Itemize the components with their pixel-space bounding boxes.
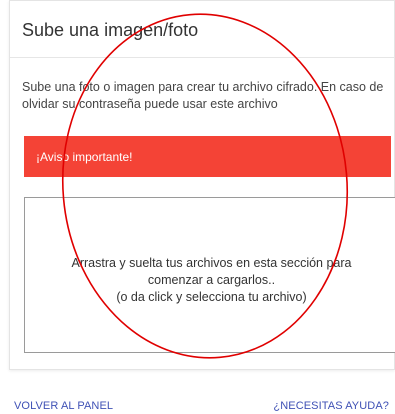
upload-card: Sube una imagen/foto Sube una foto o ima…	[9, 0, 395, 370]
card-description: Sube una foto o imagen para crear tu arc…	[22, 80, 384, 111]
file-dropzone[interactable]: Arrastra y suelta tus archivos en esta s…	[24, 197, 395, 353]
dropzone-instructions: Arrastra y suelta tus archivos en esta s…	[62, 255, 362, 306]
back-to-panel-link[interactable]: VOLVER AL PANEL	[14, 400, 113, 412]
need-help-link[interactable]: ¿NECESITAS AYUDA?	[273, 400, 389, 412]
important-notice-banner: ¡Aviso importante!	[24, 136, 391, 177]
dropzone-line-3: (o da click y selecciona tu archivo)	[116, 289, 307, 304]
card-title: Sube una imagen/foto	[22, 20, 199, 40]
card-divider	[10, 57, 394, 58]
dropzone-line-1: Arrastra y suelta tus archivos en esta s…	[71, 255, 352, 270]
dropzone-line-2: comenzar a cargarlos..	[147, 272, 276, 287]
